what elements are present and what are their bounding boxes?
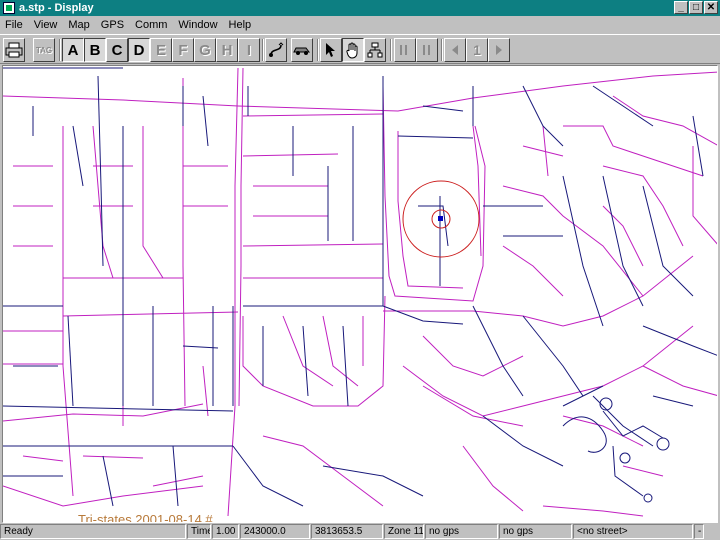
menu-window[interactable]: Window (173, 19, 223, 31)
status-easting: 243000.0 (240, 524, 310, 539)
menu-view[interactable]: View (29, 19, 64, 31)
menu-file[interactable]: File (0, 19, 29, 31)
page-number-label: 1 (473, 42, 481, 58)
close-button[interactable]: ✕ (704, 1, 718, 14)
toolbar: TAG A B C D E F G H I 1 (0, 34, 720, 64)
maximize-button[interactable]: □ (689, 1, 703, 14)
layer-i-button[interactable]: I (238, 38, 260, 62)
menu-comm[interactable]: Comm (130, 19, 173, 31)
first-page-icon[interactable] (394, 38, 416, 62)
status-end: - (694, 524, 704, 539)
layer-g-label: G (199, 41, 211, 59)
layer-a-label: A (67, 41, 79, 59)
window-controls: _ □ ✕ (673, 1, 718, 14)
print-icon[interactable] (3, 38, 25, 62)
page-number: 1 (466, 38, 488, 62)
cul-de-sac-cluster (562, 397, 670, 503)
layer-g-button[interactable]: G (194, 38, 216, 62)
current-position-marker (438, 216, 443, 221)
network-icon[interactable] (364, 38, 386, 62)
hand-pan-icon[interactable] (342, 38, 364, 62)
toolbar-separator (390, 39, 392, 61)
menu-help[interactable]: Help (224, 19, 258, 31)
status-ready: Ready (0, 524, 186, 539)
layer-d-button[interactable]: D (128, 38, 150, 62)
menu-bar: File View Map GPS Comm Window Help (0, 16, 720, 34)
previous-page-icon[interactable] (444, 38, 466, 62)
layer-f-button[interactable]: F (172, 38, 194, 62)
layer-c-button[interactable]: C (106, 38, 128, 62)
layer-b-button[interactable]: B (84, 38, 106, 62)
status-scale: 1.00 (212, 524, 239, 539)
map-data-label: Tri-states 2001-08-14 # (78, 512, 213, 523)
toolbar-separator (317, 39, 319, 61)
map-view[interactable]: Tri-states 2001-08-14 # (2, 65, 718, 523)
tag-label: TAG (35, 45, 53, 55)
status-gps-1: no gps (425, 524, 498, 539)
tag-button[interactable]: TAG (33, 38, 55, 62)
status-bar: Ready Time 1.00 243000.0 3813653.5 Zone … (0, 524, 720, 540)
window-title: a.stp - Display (19, 2, 94, 14)
pause-icon[interactable] (416, 38, 438, 62)
layer-e-label: E (155, 41, 166, 59)
next-page-icon[interactable] (488, 38, 510, 62)
street-map[interactable] (3, 66, 718, 523)
vehicle-icon[interactable] (291, 38, 313, 62)
pointer-icon[interactable] (320, 38, 342, 62)
toolbar-separator (441, 39, 443, 61)
layer-c-label: C (111, 41, 123, 59)
status-time-label: Time (187, 524, 211, 539)
layer-h-button[interactable]: H (216, 38, 238, 62)
status-street: <no street> (573, 524, 693, 539)
title-bar: a.stp - Display _ □ ✕ (0, 0, 720, 16)
menu-map[interactable]: Map (63, 19, 95, 31)
status-northing: 3813653.5 (311, 524, 383, 539)
toolbar-separator (59, 39, 61, 61)
status-gps-2: no gps (499, 524, 572, 539)
primary-roads (3, 67, 717, 517)
layer-e-button[interactable]: E (150, 38, 172, 62)
layer-i-label: I (246, 41, 252, 59)
menu-gps[interactable]: GPS (96, 19, 130, 31)
toolbar-separator (262, 39, 264, 61)
layer-b-label: B (89, 41, 101, 59)
route-icon[interactable] (265, 38, 287, 62)
layer-f-label: F (178, 41, 188, 59)
secondary-roads (3, 67, 717, 507)
layer-d-label: D (133, 41, 145, 59)
minimize-button[interactable]: _ (674, 1, 688, 14)
status-zone: Zone 11 (384, 524, 424, 539)
layer-h-label: H (221, 41, 233, 59)
app-icon[interactable] (3, 2, 15, 14)
layer-a-button[interactable]: A (62, 38, 84, 62)
